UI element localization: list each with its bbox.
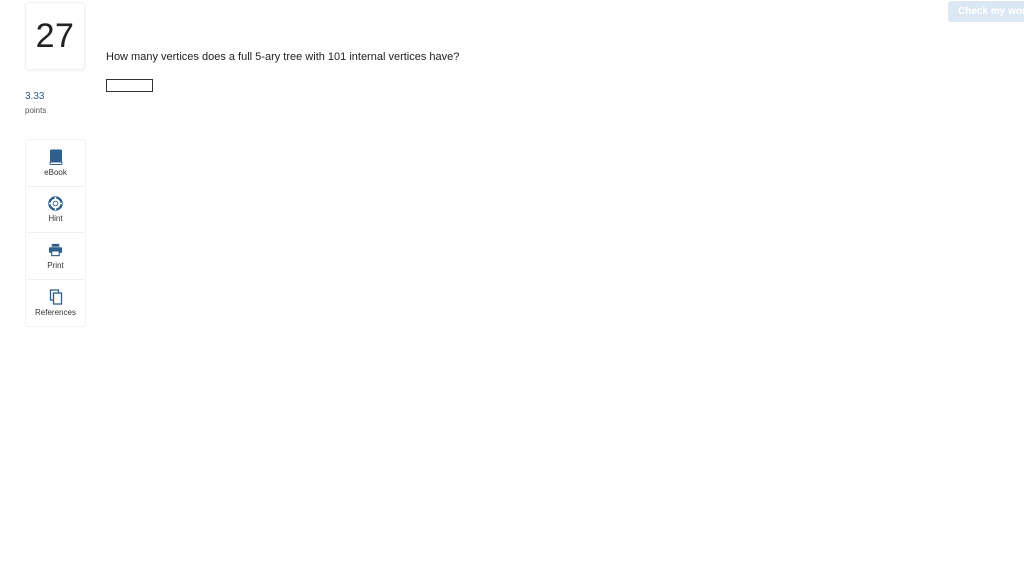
references-label: References: [35, 307, 76, 317]
question-text: How many vertices does a full 5-ary tree…: [106, 51, 460, 63]
lifebuoy-icon: [48, 195, 64, 211]
hint-label: Hint: [48, 214, 63, 224]
book-icon: [48, 149, 64, 165]
points-value: 3.33: [25, 91, 45, 102]
question-tools: eBook Hint Print References: [25, 139, 86, 327]
references-button[interactable]: References: [26, 280, 85, 327]
answer-input[interactable]: [106, 79, 153, 92]
points-label: points: [25, 106, 47, 115]
copy-icon: [48, 289, 64, 305]
question-number-box: 27: [25, 2, 85, 70]
ebook-button[interactable]: eBook: [26, 140, 85, 187]
question-number: 27: [35, 16, 75, 55]
printer-icon: [48, 242, 64, 258]
print-label: Print: [47, 260, 64, 270]
print-button[interactable]: Print: [26, 233, 85, 280]
question-page: Check my work 27 3.33 points eBook: [0, 0, 1024, 573]
ebook-label: eBook: [44, 167, 67, 177]
hint-button[interactable]: Hint: [26, 187, 85, 233]
check-my-work-button[interactable]: Check my work: [948, 1, 1024, 22]
